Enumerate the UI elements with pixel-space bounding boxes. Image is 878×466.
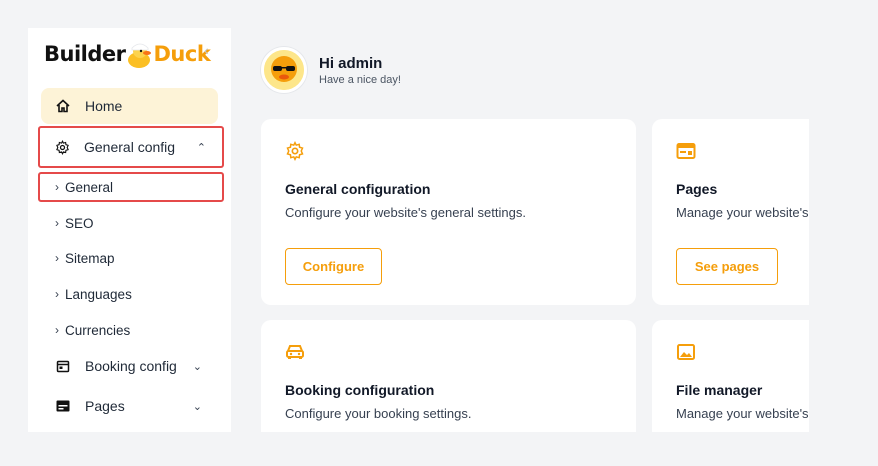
card-description: Configure your booking settings. — [285, 406, 472, 421]
sidebar-item-label: Home — [85, 98, 123, 114]
configure-button[interactable]: Configure — [285, 248, 382, 285]
pages-icon — [55, 398, 71, 414]
sidebar-subitem-general[interactable]: › General — [38, 172, 224, 202]
sidebar-subitem-currencies[interactable]: › Currencies — [38, 315, 215, 345]
sidebar-item-label: Pages — [85, 398, 125, 414]
chevron-down-icon: ⌄ — [192, 400, 202, 413]
sidebar-item-label: SEO — [65, 215, 94, 231]
sidebar-subitem-languages[interactable]: › Languages — [38, 279, 215, 309]
sidebar-item-label: Sitemap — [65, 250, 115, 266]
logo[interactable]: Builder Duck — [44, 36, 211, 72]
sidebar-item-label: Languages — [65, 286, 132, 302]
browser-icon — [676, 141, 696, 161]
sidebar-item-pages[interactable]: Pages ⌄ — [41, 388, 218, 424]
sidebar-item-label: General config — [84, 139, 176, 155]
calendar-icon — [55, 358, 71, 374]
chevron-right-icon: › — [55, 323, 59, 337]
sidebar-item-general-config[interactable]: General config ⌃ — [38, 126, 224, 168]
chevron-left-icon[interactable]: ‹ — [204, 42, 209, 58]
chevron-right-icon: › — [55, 287, 59, 301]
chevron-up-icon: ⌃ — [196, 141, 206, 154]
sidebar-item-label: Booking config — [85, 358, 177, 374]
card-description: Configure your website's general setting… — [285, 205, 526, 220]
chevron-down-icon: ⌄ — [192, 360, 202, 373]
gear-icon — [285, 140, 305, 162]
card-title: Pages — [676, 181, 718, 197]
card-general-configuration: General configuration Configure your web… — [261, 119, 636, 305]
image-icon — [676, 342, 696, 362]
car-icon — [285, 342, 305, 362]
card-description: Manage your website's — [676, 406, 809, 421]
card-title: File manager — [676, 382, 763, 398]
duck-logo-icon — [126, 39, 152, 69]
sidebar: Builder Duck ‹ Home General config ⌃ › G… — [28, 28, 231, 432]
sidebar-item-booking-config[interactable]: Booking config ⌄ — [41, 348, 218, 384]
card-pages: Pages Manage your website's See pages — [652, 119, 809, 305]
sidebar-item-home[interactable]: Home — [41, 88, 218, 124]
card-file-manager: File manager Manage your website's — [652, 320, 809, 432]
sidebar-item-label: General — [65, 179, 114, 195]
sidebar-subitem-sitemap[interactable]: › Sitemap — [38, 243, 215, 273]
card-title: General configuration — [285, 181, 431, 197]
card-title: Booking configuration — [285, 382, 435, 398]
dashboard-cards: General configuration Configure your web… — [231, 0, 809, 432]
logo-text-duck: Duck — [153, 42, 211, 66]
see-pages-button[interactable]: See pages — [676, 248, 778, 285]
chevron-right-icon: › — [55, 251, 59, 265]
sidebar-item-label: Currencies — [65, 322, 131, 338]
card-description: Manage your website's — [676, 205, 809, 220]
chevron-right-icon: › — [55, 180, 59, 194]
logo-text-builder: Builder — [44, 42, 126, 66]
gear-icon — [54, 139, 70, 155]
chevron-right-icon: › — [55, 216, 59, 230]
card-booking-configuration: Booking configuration Configure your boo… — [261, 320, 636, 432]
sidebar-subitem-seo[interactable]: › SEO — [38, 208, 215, 238]
home-icon — [55, 98, 71, 114]
